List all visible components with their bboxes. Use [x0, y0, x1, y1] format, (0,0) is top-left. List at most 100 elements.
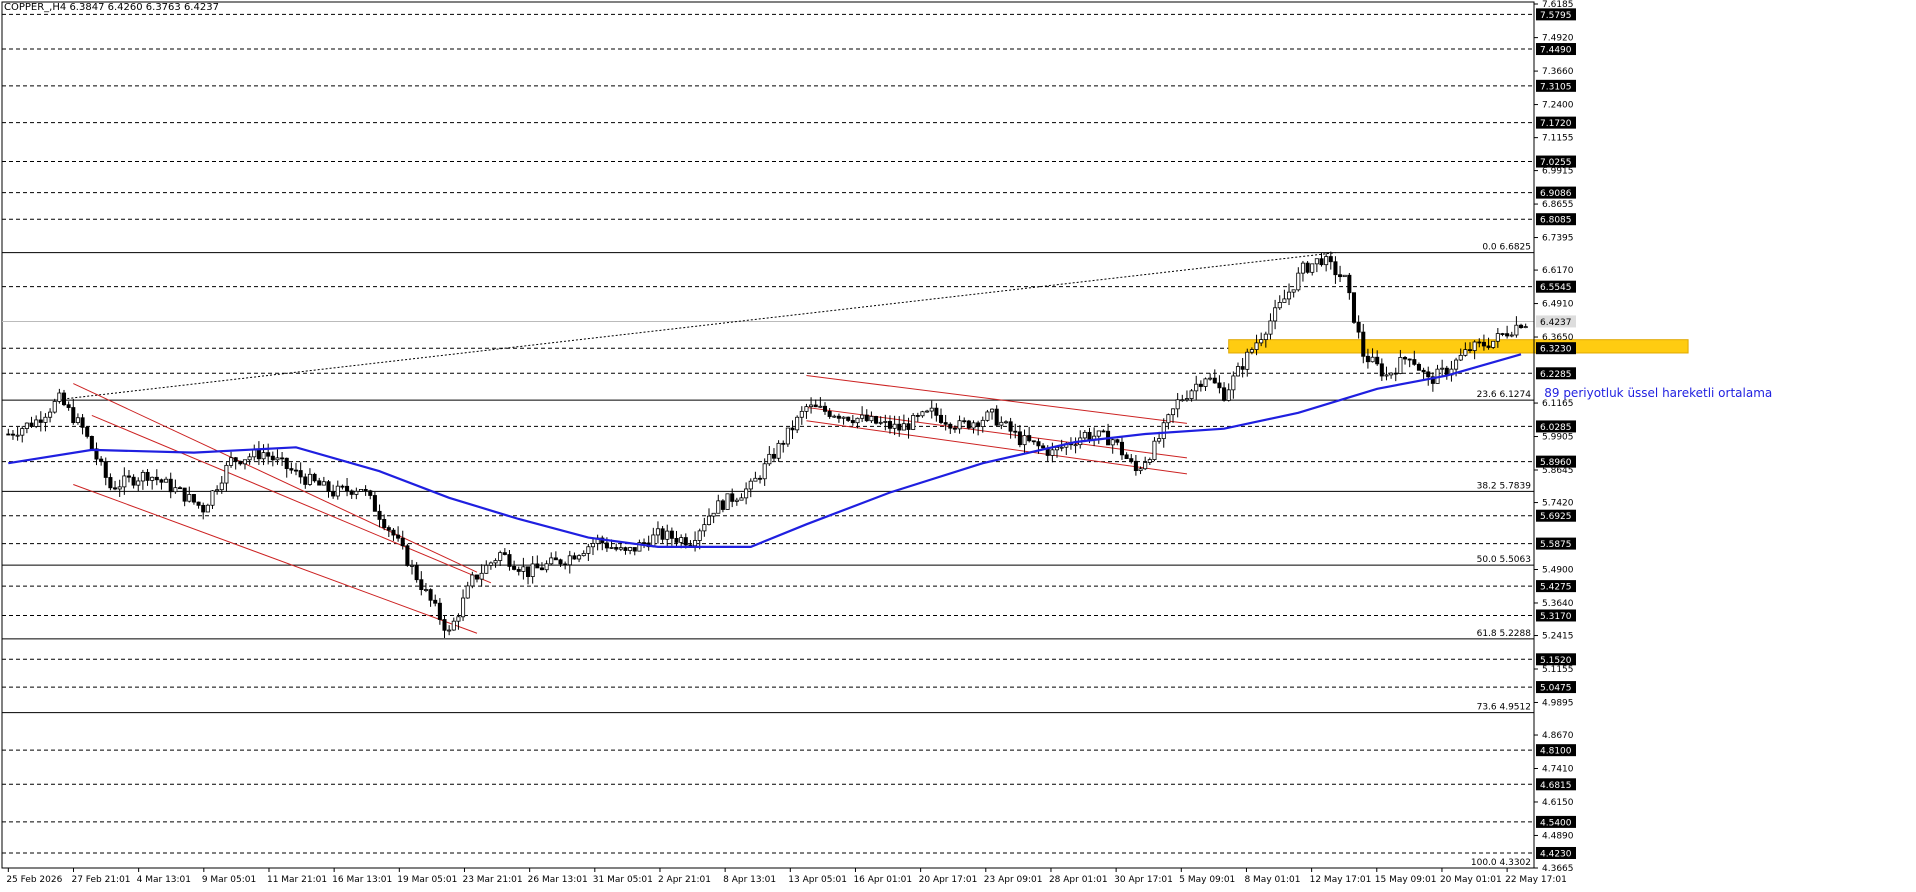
price-level-label: 6.2285	[1540, 370, 1572, 380]
candle-body	[196, 501, 201, 506]
candle-body	[809, 404, 814, 408]
candle-body	[1277, 302, 1282, 309]
candle-body	[159, 479, 164, 483]
candle-body	[971, 422, 976, 429]
price-tick-label: 5.3640	[1542, 599, 1574, 609]
candle-body	[1412, 359, 1417, 365]
fib-label-2: 38.2 5.7839	[1477, 481, 1532, 491]
candle-body	[521, 566, 526, 572]
candle-body	[1073, 444, 1078, 447]
candle-body	[479, 572, 484, 580]
candle-body	[748, 480, 753, 490]
candle-body	[1175, 399, 1180, 410]
price-level-label: 5.0475	[1540, 684, 1572, 694]
candle-body	[205, 504, 210, 513]
candle-body	[437, 602, 442, 620]
candle-body	[1393, 372, 1398, 375]
candle-body	[284, 457, 289, 469]
candle-body	[293, 469, 299, 472]
candle-body	[405, 545, 410, 566]
candle-body	[628, 547, 633, 551]
candle-body	[901, 423, 906, 431]
candle-body	[1008, 421, 1013, 432]
candle-body	[229, 457, 234, 466]
candle-body	[943, 422, 948, 425]
price-level-label: 7.4490	[1540, 46, 1572, 56]
candle-body	[52, 401, 57, 413]
candle-body	[345, 485, 350, 492]
candle-body	[558, 559, 563, 565]
candle-body	[20, 428, 25, 436]
candle-body	[604, 542, 609, 549]
candle-body	[1031, 440, 1036, 443]
candle-body	[140, 471, 145, 482]
price-level-label: 4.6815	[1540, 781, 1572, 791]
candle-body	[447, 629, 452, 632]
candle-body	[516, 569, 521, 572]
candle-body	[994, 408, 999, 426]
candle-body	[920, 411, 925, 417]
candle-body	[1324, 256, 1329, 266]
candle-body	[1194, 383, 1199, 392]
time-tick-label: 23 Mar 21:01	[462, 875, 522, 885]
candle-body	[321, 481, 326, 486]
candle-body	[493, 560, 498, 564]
candle-body	[1407, 358, 1412, 361]
candle-body	[326, 481, 331, 493]
candle-body	[563, 563, 568, 566]
candle-body	[544, 563, 549, 571]
candle-body	[1416, 363, 1421, 371]
candle-body	[80, 417, 85, 428]
candle-body	[906, 423, 911, 430]
candle-body	[48, 411, 53, 418]
price-tick-label: 4.7410	[1542, 765, 1574, 775]
candle-body	[24, 422, 29, 429]
candle-body	[201, 504, 206, 513]
candle-body	[790, 427, 795, 431]
candle-body	[1263, 333, 1268, 341]
candle-body	[177, 487, 183, 490]
price-tick-label: 4.9895	[1542, 698, 1574, 708]
price-level-label: 4.4230	[1540, 849, 1572, 859]
candle-body	[586, 546, 591, 554]
resistance-zone	[1228, 339, 1689, 354]
candle-body	[887, 421, 892, 429]
price-tick-label: 7.1155	[1542, 134, 1574, 144]
candle-body	[256, 449, 261, 460]
price-level-label: 4.5400	[1540, 818, 1572, 828]
candle-body	[1338, 274, 1343, 278]
chart-canvas[interactable]: 0.0 6.6825 23.6 6.1274 38.2 5.7839 50.0 5.5…	[0, 0, 1916, 888]
price-tick-label: 6.8655	[1542, 200, 1574, 210]
time-tick-label: 8 May 01:01	[1244, 875, 1300, 885]
price-chart[interactable]: 0.0 6.6825 23.6 6.1274 38.2 5.7839 50.0 5.5…	[0, 0, 1916, 888]
price-level-label: 6.0285	[1540, 423, 1572, 433]
candle-body	[224, 464, 229, 484]
candle-body	[804, 406, 809, 412]
candle-body	[210, 490, 215, 506]
time-tick-label: 25 Feb 2026	[6, 875, 62, 885]
candle-body	[669, 530, 674, 539]
candle-body	[734, 499, 739, 502]
fib-label-1: 23.6 6.1274	[1477, 390, 1532, 400]
price-level-label: 6.5545	[1540, 283, 1572, 293]
candle-body	[113, 487, 118, 490]
candle-body	[1022, 435, 1027, 446]
candle-body	[1184, 398, 1189, 401]
candle-body	[864, 414, 869, 422]
price-tick-label: 4.6150	[1542, 798, 1574, 808]
candle-body	[609, 547, 614, 549]
candle-body	[739, 497, 744, 501]
candle-body	[164, 478, 169, 483]
candle-body	[999, 421, 1004, 426]
candle-body	[1240, 366, 1245, 370]
candle-body	[976, 422, 981, 427]
candle-body	[1249, 349, 1254, 353]
time-axis: 25 Feb 2026 27 Feb 21:01 4 Mar 13:01 9 Mar …	[2, 867, 1567, 885]
time-tick-label: 12 May 17:01	[1310, 875, 1372, 885]
time-tick-label: 8 Apr 13:01	[723, 875, 776, 885]
candle-body	[1319, 258, 1324, 266]
candle-body	[10, 433, 15, 436]
price-level-label: 5.8960	[1540, 458, 1572, 468]
candle-body	[43, 416, 48, 423]
candle-body	[456, 616, 461, 622]
